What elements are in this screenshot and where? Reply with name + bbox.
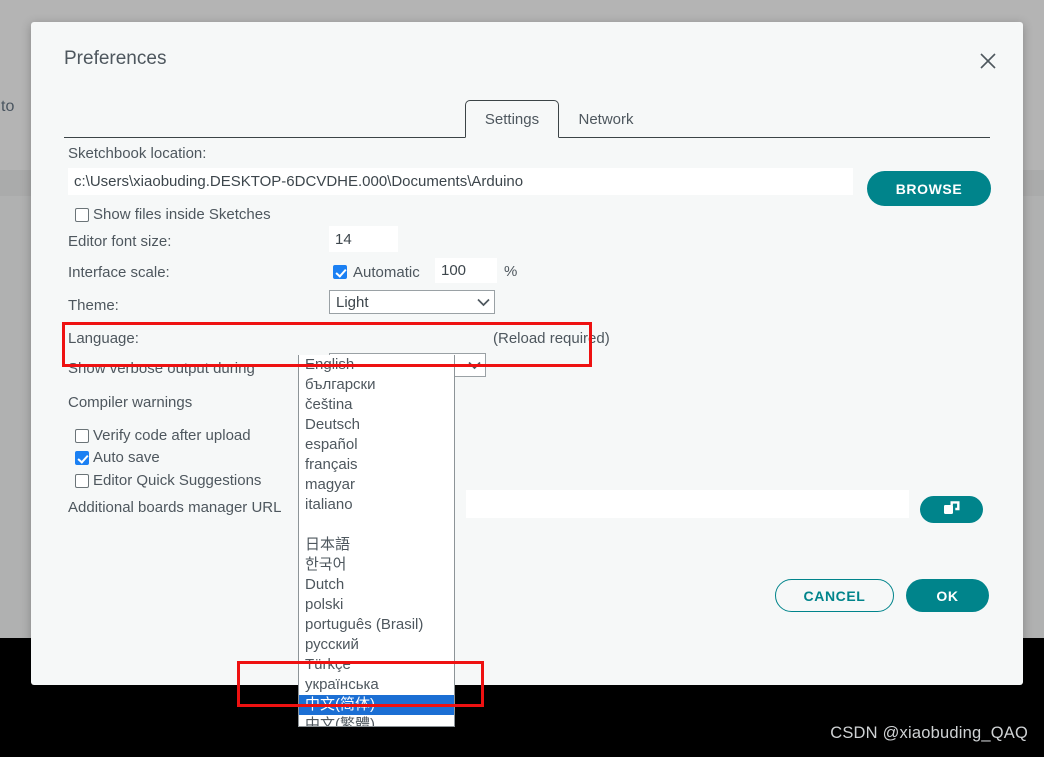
language-option[interactable]: 中文(简体) (299, 695, 454, 715)
language-option[interactable]: English (299, 355, 454, 375)
verify-code-after-upload-checkbox[interactable] (75, 429, 89, 443)
theme-select[interactable]: Light (329, 290, 495, 314)
language-option[interactable]: magyar (299, 475, 454, 495)
interface-scale-automatic-label: Automatic (353, 264, 420, 281)
language-option[interactable]: русский (299, 635, 454, 655)
cancel-button[interactable]: CANCEL (775, 579, 894, 612)
editor-font-size-label: Editor font size: (68, 233, 172, 250)
interface-scale-value-input[interactable] (435, 258, 497, 283)
chevron-down-icon (472, 298, 494, 307)
language-option-spacer (299, 515, 454, 535)
language-option[interactable]: Deutsch (299, 415, 454, 435)
sketchbook-location-label: Sketchbook location: (68, 145, 207, 162)
editor-font-size-input[interactable] (329, 226, 398, 252)
language-option[interactable]: 中文(繁體) (299, 715, 454, 726)
language-option[interactable]: Dutch (299, 575, 454, 595)
tab-bar: Settings Network (64, 100, 990, 138)
theme-label: Theme: (68, 297, 119, 314)
verbose-output-label: Show verbose output during (68, 360, 255, 377)
ok-button[interactable]: OK (906, 579, 989, 612)
chevron-down-icon (463, 361, 485, 370)
editor-quick-suggestions-label: Editor Quick Suggestions (93, 472, 262, 489)
language-option[interactable]: Türkçe (299, 655, 454, 675)
browse-button[interactable]: BROWSE (867, 171, 991, 206)
reload-required-note: (Reload required) (493, 330, 610, 347)
theme-select-value: Light (336, 293, 369, 311)
auto-save-checkbox[interactable] (75, 451, 89, 465)
verify-code-after-upload-label: Verify code after upload (93, 427, 251, 444)
show-files-inside-sketches-checkbox[interactable] (75, 208, 89, 222)
language-option[interactable]: português (Brasil) (299, 615, 454, 635)
tab-settings[interactable]: Settings (465, 100, 559, 138)
language-option[interactable]: español (299, 435, 454, 455)
language-option[interactable]: čeština (299, 395, 454, 415)
language-option[interactable]: polski (299, 595, 454, 615)
editor-quick-suggestions-checkbox[interactable] (75, 474, 89, 488)
tab-network[interactable]: Network (567, 100, 645, 138)
compiler-warnings-label: Compiler warnings (68, 394, 193, 411)
interface-scale-automatic-checkbox[interactable] (333, 265, 347, 279)
language-dropdown-list[interactable]: English български čeština Deutsch español fra… (298, 355, 455, 727)
language-option[interactable]: français (299, 455, 454, 475)
sketchbook-location-input[interactable] (68, 168, 853, 195)
auto-save-label: Auto save (93, 449, 160, 466)
open-window-icon (943, 500, 961, 519)
additional-boards-manager-url-input[interactable] (466, 490, 909, 518)
additional-boards-manager-url-label: Additional boards manager URL (68, 499, 282, 516)
language-option[interactable]: italiano (299, 495, 454, 515)
percent-symbol: % (504, 263, 518, 280)
language-option[interactable]: български (299, 375, 454, 395)
close-icon[interactable] (975, 48, 1001, 74)
language-option[interactable]: українська (299, 675, 454, 695)
preferences-dialog: Preferences Settings Network Sketchbook … (31, 22, 1023, 685)
interface-scale-label: Interface scale: (68, 264, 170, 281)
watermark: CSDN @xiaobuding_QAQ (830, 724, 1028, 742)
page-title: Preferences (64, 48, 167, 69)
background-partial-text: to (1, 98, 15, 115)
language-label: Language: (68, 330, 139, 347)
language-option[interactable]: 日本語 (299, 535, 454, 555)
language-option[interactable]: 한국어 (299, 555, 454, 575)
open-boards-url-editor-button[interactable] (920, 496, 983, 523)
show-files-inside-sketches-label: Show files inside Sketches (93, 206, 271, 223)
